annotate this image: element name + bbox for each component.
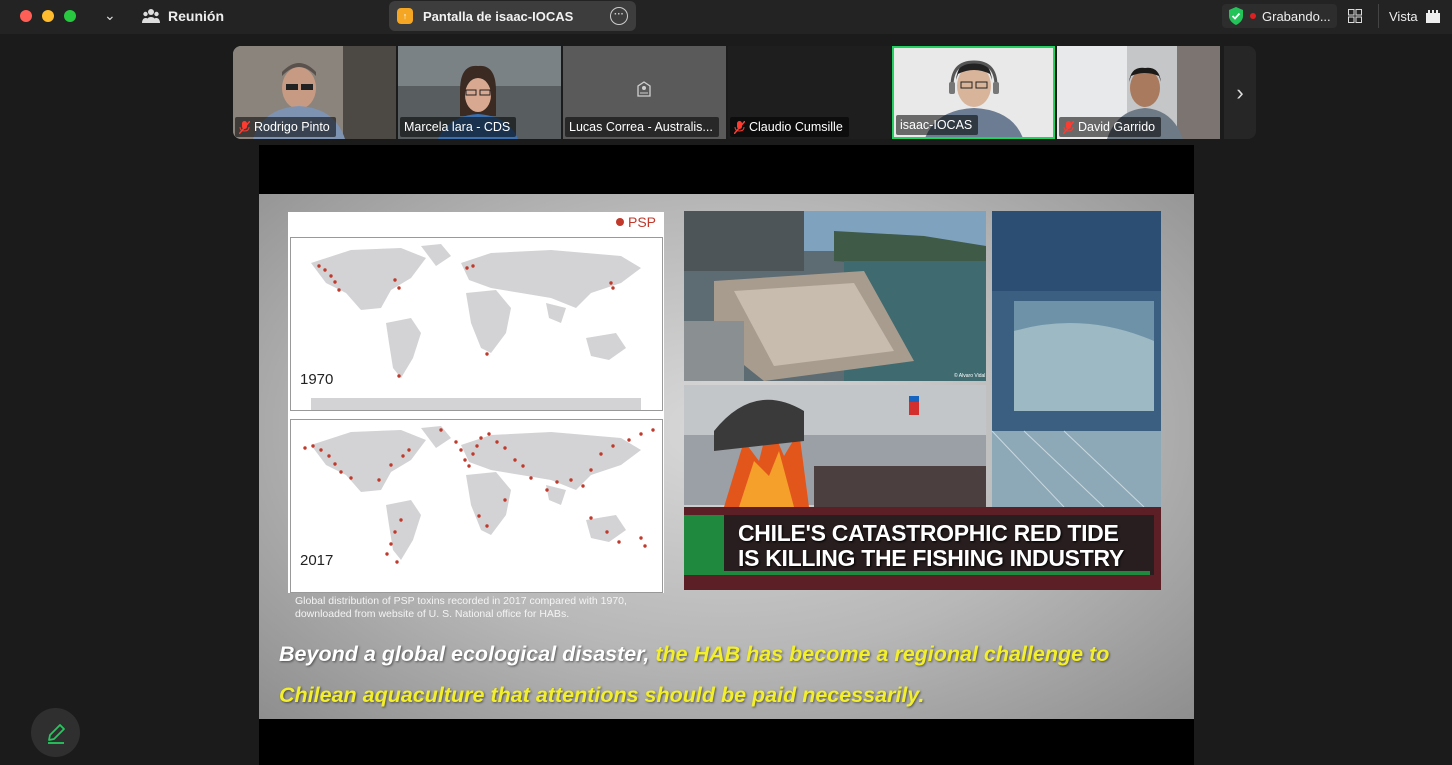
participant-tile-active-speaker[interactable]: isaac-IOCAS [892, 46, 1055, 139]
more-options-icon[interactable]: ··· [610, 7, 628, 25]
share-title: Pantalla de isaac-IOCAS [423, 8, 574, 24]
shared-screen: PSP 1970 2017 Global distribution of PSP… [259, 145, 1194, 765]
participant-name: Rodrigo Pinto [254, 120, 330, 134]
caption-line-2: downloaded from website of U. S. Nationa… [295, 607, 570, 620]
caption-line-1: Global distribution of PSP toxins record… [295, 595, 627, 607]
recording-dot [1250, 13, 1256, 19]
participant-tile[interactable]: David Garrido [1057, 46, 1220, 139]
world-map-2017-graphic: 2017 [300, 426, 655, 569]
dead-fish-photo [684, 211, 986, 381]
participant-name-tag: isaac-IOCAS [896, 115, 979, 135]
window-titlebar: ⌄ Reunión ↑ Pantalla de isaac-IOCAS ··· … [0, 0, 1452, 34]
participant-name: Lucas Correa - Australis... [569, 120, 713, 134]
close-window-button[interactable] [20, 10, 32, 22]
fullscreen-window-button[interactable] [64, 10, 76, 22]
year-2017-label: 2017 [300, 552, 333, 569]
red-tide-photos: © Alvaro Vidal [684, 211, 1161, 508]
mic-muted-icon [1063, 120, 1074, 134]
security-shield-icon [1229, 7, 1243, 25]
psp-legend-label: PSP [627, 214, 656, 230]
headline-banner: CHILE'S CATASTROPHIC RED TIDE IS KILLING… [684, 507, 1161, 590]
psp-dot-icon [615, 218, 624, 226]
participant-tile[interactable]: Lucas Correa - Australis... [563, 46, 726, 139]
next-participants-button[interactable]: › [1224, 46, 1256, 139]
participant-name: Marcela lara - CDS [404, 120, 511, 134]
figure-caption: Global distribution of PSP toxins record… [295, 595, 675, 620]
world-map-1970-graphic: 1970 [300, 244, 641, 410]
participant-tile[interactable]: Rodrigo Pinto [233, 46, 396, 139]
headline-line-1: CHILE'S CATASTROPHIC RED TIDE [738, 520, 1119, 546]
headline-line-2: IS KILLING THE FISHING INDUSTRY [738, 545, 1124, 571]
meeting-title: Reunión [168, 8, 224, 24]
photo-credit: © Alvaro Vidal [954, 372, 985, 379]
recording-label: Grabando... [1262, 8, 1331, 24]
minimize-window-button[interactable] [42, 10, 54, 22]
participant-tile[interactable]: Claudio Cumsille [728, 46, 891, 139]
participants-icon [142, 9, 160, 23]
chevron-down-icon[interactable]: ⌄ [104, 7, 116, 24]
photo-collage: © Alvaro Vidal CHILE'S CATASTROPHIC RED … [684, 211, 1161, 590]
participant-name-tag: Claudio Cumsille [730, 117, 849, 137]
participant-name-tag: David Garrido [1059, 117, 1162, 137]
summary-white-text: Beyond a global ecological disaster, [279, 642, 650, 666]
mic-muted-icon [734, 120, 745, 134]
share-badge-icon: ↑ [397, 8, 413, 24]
participant-name: David Garrido [1078, 120, 1156, 134]
screen-share-indicator[interactable]: ↑ Pantalla de isaac-IOCAS ··· [389, 1, 636, 31]
psp-map-figure: PSP 1970 2017 [288, 212, 664, 593]
participant-name: isaac-IOCAS [900, 118, 973, 132]
participant-name-tag: Lucas Correa - Australis... [565, 117, 719, 137]
pencil-icon [47, 723, 65, 744]
year-1970-label: 1970 [300, 371, 333, 388]
fish-nets-photo [991, 211, 1161, 508]
participant-name-tag: Rodrigo Pinto [235, 117, 336, 137]
world-map-2017: 2017 [290, 419, 663, 593]
headline-text: CHILE'S CATASTROPHIC RED TIDE IS KILLING… [738, 521, 1124, 571]
world-map-1970: 1970 [290, 237, 663, 411]
view-menu-button[interactable]: Vista [1378, 4, 1440, 28]
participant-name: Claudio Cumsille [749, 120, 843, 134]
annotate-button[interactable] [31, 708, 80, 757]
presentation-slide: PSP 1970 2017 Global distribution of PSP… [259, 194, 1194, 719]
gallery-grid-icon[interactable] [1348, 9, 1362, 23]
recording-indicator[interactable]: Grabando... [1222, 4, 1337, 28]
chevron-right-icon: › [1236, 79, 1244, 105]
meeting-info[interactable]: Reunión [142, 6, 224, 26]
psp-legend: PSP [615, 214, 656, 230]
mic-muted-icon [239, 120, 250, 134]
view-label: Vista [1389, 8, 1418, 24]
participant-name-tag: Marcela lara - CDS [400, 117, 517, 137]
slide-summary-text: Beyond a global ecological disaster, the… [279, 634, 1189, 716]
participant-tile[interactable]: Marcela lara - CDS [398, 46, 561, 139]
protest-fire-photo [684, 385, 986, 507]
view-layout-icon [1425, 9, 1440, 23]
